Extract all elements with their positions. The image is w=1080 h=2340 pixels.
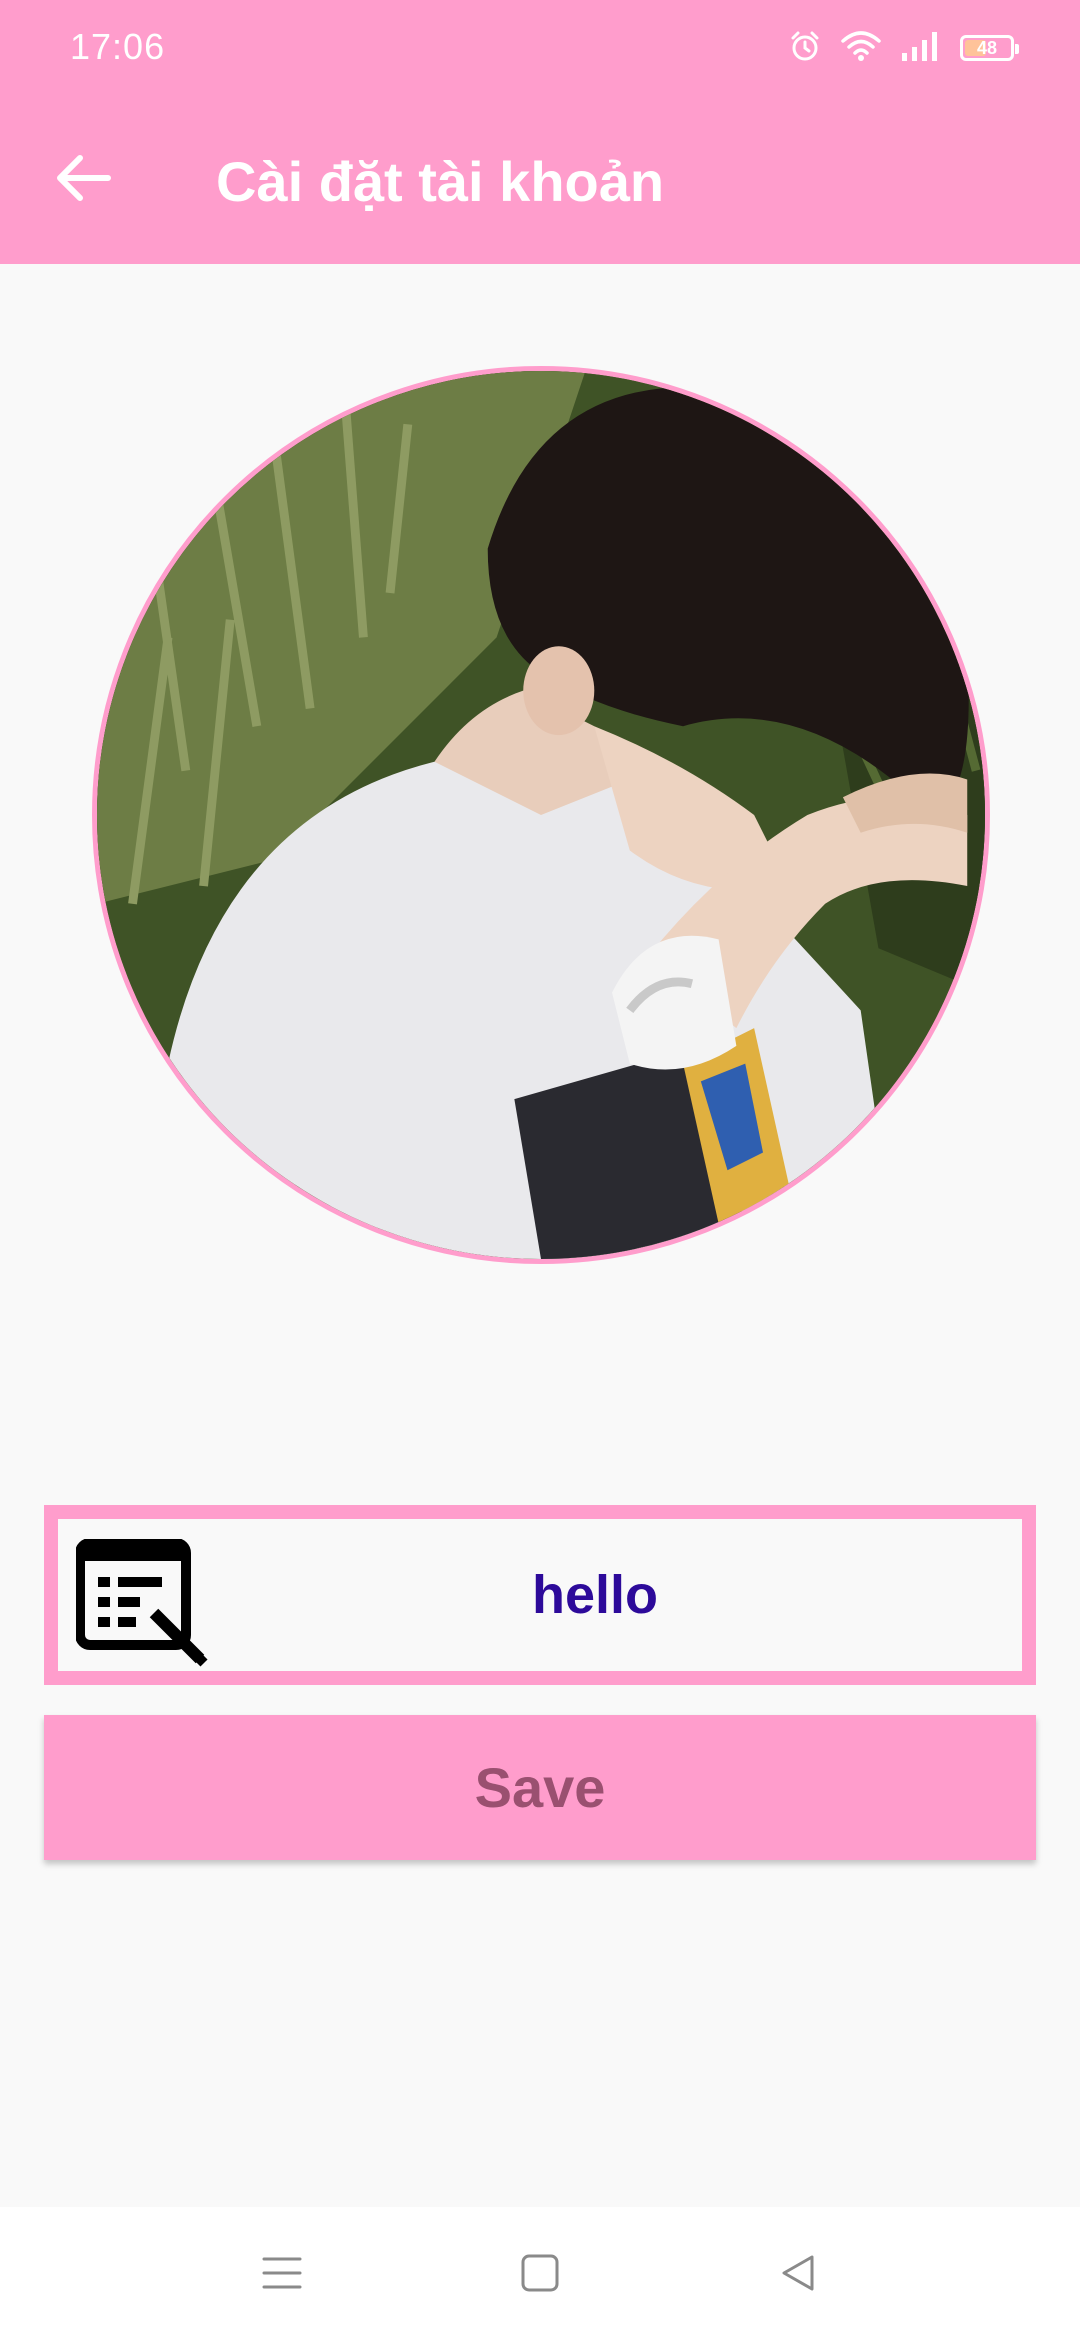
nav-home-button[interactable] bbox=[508, 2243, 572, 2307]
battery-level-text: 48 bbox=[976, 38, 998, 58]
nav-menu-button[interactable] bbox=[250, 2243, 314, 2307]
form-edit-icon bbox=[75, 1538, 208, 1667]
wifi-icon bbox=[840, 29, 882, 68]
system-nav-bar bbox=[0, 2207, 1080, 2340]
status-bar: 17:06 48 bbox=[0, 0, 1080, 96]
page-title: Cài đặt tài khoản bbox=[216, 150, 665, 213]
nav-back-button[interactable] bbox=[766, 2243, 830, 2307]
save-button-label: Save bbox=[474, 1756, 606, 1819]
status-icons: 48 bbox=[788, 28, 1019, 68]
app-bar: Cài đặt tài khoản bbox=[0, 96, 1080, 264]
top-area: 17:06 48 Cài đặt tài khoản bbox=[0, 0, 1080, 264]
arrow-left-icon bbox=[56, 154, 112, 207]
cellular-signal-icon bbox=[900, 29, 942, 68]
menu-icon bbox=[262, 2255, 302, 2296]
profile-photo bbox=[97, 371, 985, 1259]
back-triangle-icon bbox=[778, 2253, 818, 2298]
back-button[interactable] bbox=[44, 144, 124, 216]
save-button[interactable]: Save bbox=[44, 1715, 1036, 1860]
profile-avatar[interactable] bbox=[92, 366, 990, 1264]
name-value: hello bbox=[531, 1565, 658, 1625]
battery-icon: 48 bbox=[960, 35, 1019, 61]
status-time: 17:06 bbox=[70, 26, 166, 67]
name-field[interactable]: hello bbox=[44, 1505, 1036, 1685]
alarm-icon bbox=[788, 29, 822, 68]
home-icon bbox=[520, 2253, 560, 2298]
